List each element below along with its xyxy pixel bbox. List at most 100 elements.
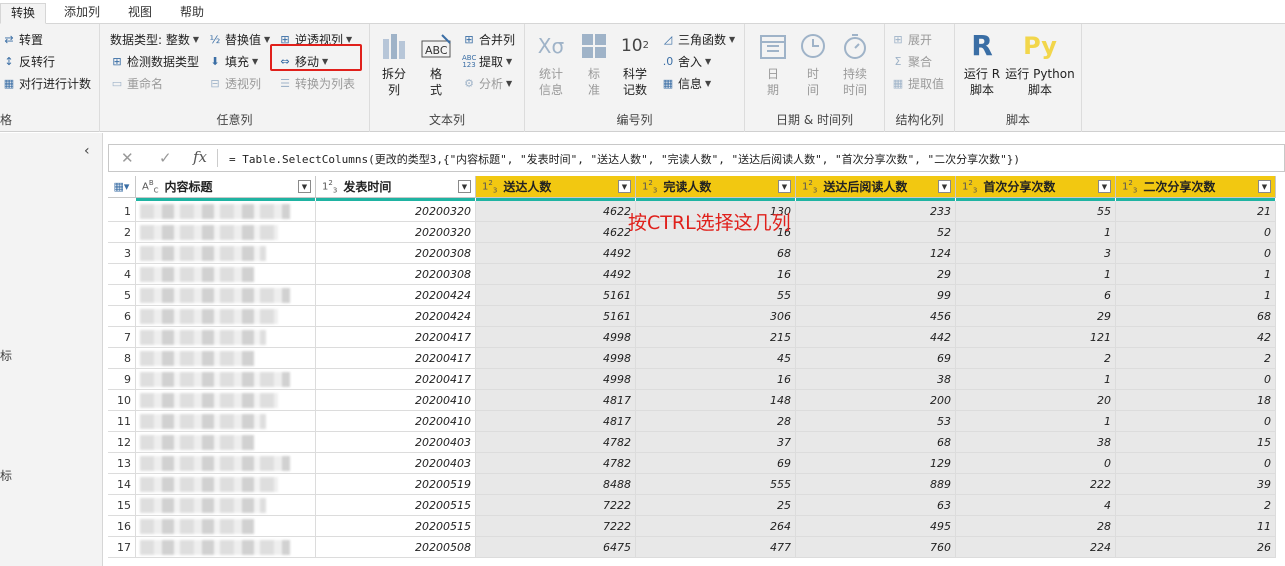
value-cell[interactable]: 4782 (476, 453, 636, 474)
value-cell[interactable]: 21 (1116, 201, 1276, 222)
title-cell[interactable] (136, 222, 316, 243)
value-cell[interactable]: 0 (1116, 243, 1276, 264)
value-cell[interactable]: 4817 (476, 411, 636, 432)
date-cell[interactable]: 20200410 (316, 390, 476, 411)
table-row[interactable]: 11 20200410 4817 28 53 1 0 (108, 411, 1285, 432)
value-cell[interactable]: 29 (796, 264, 956, 285)
value-cell[interactable]: 28 (636, 411, 796, 432)
value-cell[interactable]: 233 (796, 201, 956, 222)
value-cell[interactable]: 215 (636, 327, 796, 348)
date-cell[interactable]: 20200417 (316, 348, 476, 369)
value-cell[interactable]: 38 (796, 369, 956, 390)
title-cell[interactable] (136, 369, 316, 390)
value-cell[interactable]: 477 (636, 537, 796, 558)
value-cell[interactable]: 4 (956, 495, 1116, 516)
table-row[interactable]: 13 20200403 4782 69 129 0 0 (108, 453, 1285, 474)
value-cell[interactable]: 889 (796, 474, 956, 495)
value-cell[interactable]: 39 (1116, 474, 1276, 495)
table-row[interactable]: 3 20200308 4492 68 124 3 0 (108, 243, 1285, 264)
value-cell[interactable]: 0 (1116, 222, 1276, 243)
column-header[interactable]: 123 首次分享次数 ▼ (956, 176, 1116, 198)
value-cell[interactable]: 1 (956, 411, 1116, 432)
standard-button[interactable]: 标 准 (577, 30, 611, 98)
run-r-button[interactable]: R 运行 R 脚本 (961, 30, 1003, 98)
value-cell[interactable]: 6475 (476, 537, 636, 558)
filter-dropdown-icon[interactable]: ▼ (1258, 180, 1271, 193)
filter-dropdown-icon[interactable]: ▼ (618, 180, 631, 193)
title-cell[interactable] (136, 285, 316, 306)
extract-values-button[interactable]: ▦ 提取值 (891, 74, 944, 94)
title-cell[interactable] (136, 201, 316, 222)
title-cell[interactable] (136, 495, 316, 516)
table-row[interactable]: 15 20200515 7222 25 63 4 2 (108, 495, 1285, 516)
tab-help[interactable]: 帮助 (170, 3, 214, 24)
value-cell[interactable]: 3 (956, 243, 1116, 264)
value-cell[interactable]: 495 (796, 516, 956, 537)
value-cell[interactable]: 1 (956, 264, 1116, 285)
value-cell[interactable]: 0 (956, 453, 1116, 474)
title-cell[interactable] (136, 327, 316, 348)
table-row[interactable]: 7 20200417 4998 215 442 121 42 (108, 327, 1285, 348)
merge-columns-button[interactable]: ⊞ 合并列 (462, 30, 515, 50)
value-cell[interactable]: 4998 (476, 327, 636, 348)
value-cell[interactable]: 55 (636, 285, 796, 306)
value-cell[interactable]: 63 (796, 495, 956, 516)
fill-button[interactable]: ⬇ 填充 ▼ (208, 52, 258, 72)
date-cell[interactable]: 20200424 (316, 306, 476, 327)
title-cell[interactable] (136, 516, 316, 537)
expand-button[interactable]: ⊞ 展开 (891, 30, 932, 50)
date-cell[interactable]: 20200424 (316, 285, 476, 306)
date-cell[interactable]: 20200320 (316, 222, 476, 243)
title-cell[interactable] (136, 348, 316, 369)
info-button[interactable]: ▦ 信息 ▼ (661, 74, 711, 94)
number-type-icon[interactable]: 123 (482, 179, 497, 194)
value-cell[interactable]: 2 (1116, 495, 1276, 516)
value-cell[interactable]: 11 (1116, 516, 1276, 537)
format-button[interactable]: ABC 格 式 (418, 30, 454, 98)
reverse-rows-button[interactable]: ↕ 反转行 (2, 52, 55, 72)
value-cell[interactable]: 1 (1116, 285, 1276, 306)
value-cell[interactable]: 18 (1116, 390, 1276, 411)
column-header[interactable]: 123 完读人数 ▼ (636, 176, 796, 198)
value-cell[interactable]: 16 (636, 369, 796, 390)
extract-button[interactable]: ABC 123 提取 ▼ (462, 52, 512, 72)
cancel-icon[interactable]: ✕ (121, 149, 134, 167)
value-cell[interactable]: 148 (636, 390, 796, 411)
value-cell[interactable]: 38 (956, 432, 1116, 453)
date-cell[interactable]: 20200410 (316, 411, 476, 432)
value-cell[interactable]: 15 (1116, 432, 1276, 453)
value-cell[interactable]: 124 (796, 243, 956, 264)
query-item-1[interactable]: 标 (0, 347, 12, 364)
tab-transform[interactable]: 转换 (0, 3, 47, 24)
statistics-button[interactable]: Xσ 统计 信息 (531, 30, 571, 98)
date-cell[interactable]: 20200308 (316, 243, 476, 264)
table-row[interactable]: 17 20200508 6475 477 760 224 26 (108, 537, 1285, 558)
filter-dropdown-icon[interactable]: ▼ (778, 180, 791, 193)
title-cell[interactable] (136, 474, 316, 495)
table-row[interactable]: 5 20200424 5161 55 99 6 1 (108, 285, 1285, 306)
table-row[interactable]: 12 20200403 4782 37 68 38 15 (108, 432, 1285, 453)
value-cell[interactable]: 442 (796, 327, 956, 348)
table-row[interactable]: 16 20200515 7222 264 495 28 11 (108, 516, 1285, 537)
value-cell[interactable]: 456 (796, 306, 956, 327)
replace-values-button[interactable]: ½ 替换值 ▼ (208, 30, 271, 50)
value-cell[interactable]: 121 (956, 327, 1116, 348)
trig-button[interactable]: ◿ 三角函数 ▼ (661, 30, 735, 50)
title-cell[interactable] (136, 306, 316, 327)
value-cell[interactable]: 68 (796, 432, 956, 453)
value-cell[interactable]: 222 (956, 474, 1116, 495)
value-cell[interactable]: 1 (1116, 264, 1276, 285)
date-cell[interactable]: 20200417 (316, 327, 476, 348)
filter-dropdown-icon[interactable]: ▼ (298, 180, 311, 193)
title-cell[interactable] (136, 453, 316, 474)
value-cell[interactable]: 42 (1116, 327, 1276, 348)
collapse-pane-icon[interactable]: ‹ (84, 143, 90, 159)
value-cell[interactable]: 760 (796, 537, 956, 558)
value-cell[interactable]: 69 (636, 453, 796, 474)
value-cell[interactable]: 8488 (476, 474, 636, 495)
value-cell[interactable]: 5161 (476, 306, 636, 327)
value-cell[interactable]: 264 (636, 516, 796, 537)
value-cell[interactable]: 25 (636, 495, 796, 516)
value-cell[interactable]: 4492 (476, 243, 636, 264)
title-cell[interactable] (136, 432, 316, 453)
